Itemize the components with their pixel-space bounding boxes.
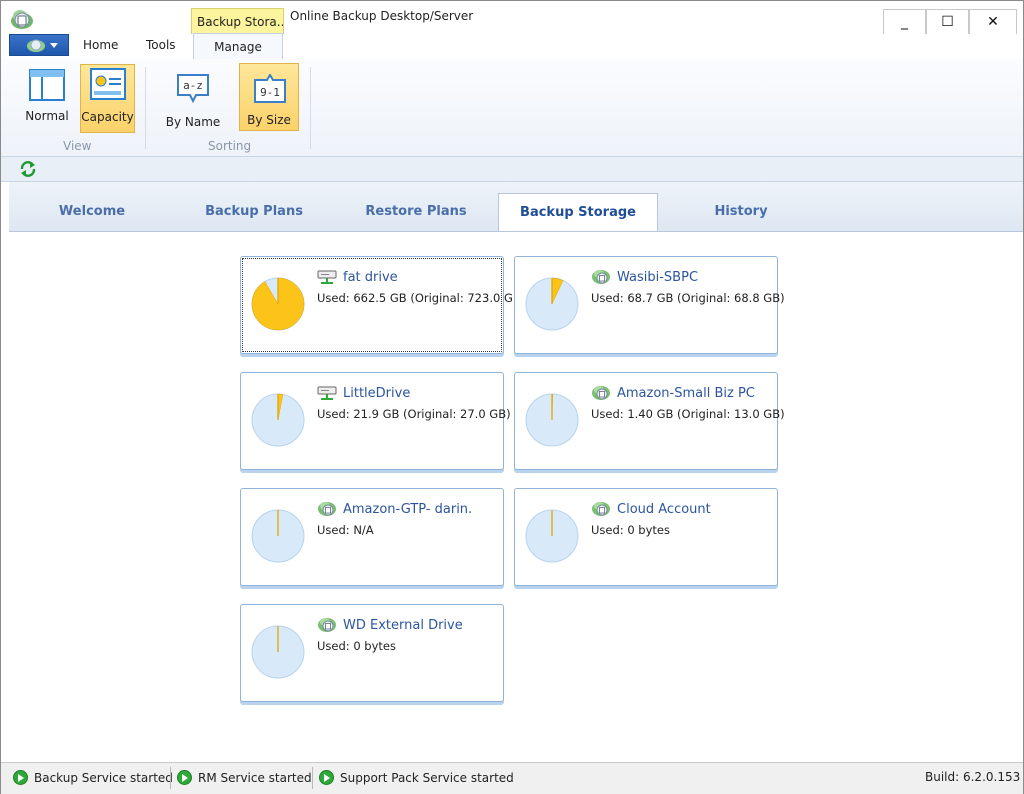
capacity-label: Capacity bbox=[81, 110, 134, 124]
storage-name: Amazon-Small Biz PC bbox=[617, 386, 755, 401]
rm-service-label: RM Service started bbox=[198, 771, 312, 785]
capacity-pie-chart bbox=[525, 277, 579, 331]
storage-card[interactable]: Amazon-Small Biz PC Used: 1.40 GB (Origin… bbox=[514, 372, 785, 470]
status-separator bbox=[312, 767, 313, 789]
normal-view-icon bbox=[29, 69, 65, 101]
application-window: Backup Stora... Online Backup Desktop/Se… bbox=[0, 0, 1024, 794]
status-bar: Backup Service started RM Service starte… bbox=[1, 762, 1023, 794]
tab-restore-plans[interactable]: Restore Plans bbox=[336, 193, 496, 231]
main-tab-strip: Welcome Backup Plans Restore Plans Backu… bbox=[9, 182, 1023, 232]
by-size-label: By Size bbox=[247, 113, 291, 127]
cloud-storage-icon bbox=[592, 386, 610, 400]
minimize-icon: _ bbox=[901, 14, 908, 30]
ribbon-tab-tools[interactable]: Tools bbox=[146, 38, 176, 52]
rm-service-status: RM Service started bbox=[177, 770, 312, 785]
svg-text:9-1: 9-1 bbox=[260, 86, 280, 99]
tab-backup-plans[interactable]: Backup Plans bbox=[174, 193, 334, 231]
capacity-view-icon bbox=[90, 68, 126, 100]
view-group-label: View bbox=[63, 139, 92, 153]
ribbon-tab-home[interactable]: Home bbox=[83, 38, 118, 52]
storage-name: Amazon-GTP- darin. bbox=[343, 502, 473, 517]
storage-name: LittleDrive bbox=[343, 386, 411, 401]
cloud-storage-icon bbox=[592, 270, 610, 284]
storage-name: fat drive bbox=[343, 270, 398, 285]
backup-service-label: Backup Service started bbox=[34, 771, 173, 785]
svg-text:a-z: a-z bbox=[183, 79, 203, 92]
storage-used: Used: N/A bbox=[317, 523, 374, 537]
tab-welcome[interactable]: Welcome bbox=[12, 193, 172, 231]
capacity-pie-chart bbox=[525, 393, 579, 447]
close-button[interactable]: ✕ bbox=[969, 9, 1017, 36]
view-capacity-button[interactable]: Capacity bbox=[80, 64, 135, 133]
storage-name: WD External Drive bbox=[343, 618, 463, 633]
quick-access-bar bbox=[1, 157, 1023, 182]
local-drive-icon bbox=[317, 270, 337, 284]
service-running-icon bbox=[177, 770, 192, 785]
sort-by-size-button[interactable]: 9-1 By Size bbox=[239, 63, 299, 131]
ribbon-tab-manage[interactable]: Manage bbox=[193, 33, 283, 59]
tab-backup-storage[interactable]: Backup Storage bbox=[498, 193, 658, 232]
app-cloud-icon[interactable] bbox=[9, 7, 35, 31]
support-pack-status: Support Pack Service started bbox=[319, 770, 514, 785]
close-icon: ✕ bbox=[987, 14, 999, 30]
backup-service-status: Backup Service started bbox=[13, 770, 173, 785]
ribbon-separator bbox=[145, 67, 146, 149]
sort-by-name-button[interactable]: a-z By Name bbox=[161, 65, 225, 131]
view-normal-button[interactable]: Normal bbox=[19, 65, 75, 131]
ribbon-panel: Normal Capacity View a-z By Name 9-1 By … bbox=[1, 59, 1023, 157]
storage-used: Used: 0 bytes bbox=[317, 639, 396, 653]
application-menu-button[interactable] bbox=[9, 34, 69, 56]
support-pack-label: Support Pack Service started bbox=[340, 771, 514, 785]
storage-used: Used: 0 bytes bbox=[591, 523, 670, 537]
storage-used: Used: 1.40 GB (Original: 13.0 GB) bbox=[591, 407, 785, 421]
backup-storage-panel: fat drive Used: 662.5 GB (Original: 723.0… bbox=[9, 231, 1023, 762]
build-version: Build: 6.2.0.153 bbox=[925, 770, 1021, 784]
maximize-icon: ☐ bbox=[941, 14, 954, 30]
title-bar: Backup Stora... Online Backup Desktop/Se… bbox=[1, 1, 1023, 36]
normal-label: Normal bbox=[25, 109, 69, 123]
storage-name: Cloud Account bbox=[617, 502, 711, 517]
storage-card[interactable]: WD External Drive Used: 0 bytes bbox=[240, 604, 504, 702]
storage-card[interactable]: Wasibi-SBPC Used: 68.7 GB (Original: 68.8… bbox=[514, 256, 785, 354]
sort-az-icon: a-z bbox=[177, 74, 209, 103]
local-drive-icon bbox=[317, 386, 337, 400]
window-title: Online Backup Desktop/Server bbox=[290, 9, 474, 23]
storage-card[interactable]: Amazon-GTP- darin. Used: N/A bbox=[240, 488, 504, 586]
by-name-label: By Name bbox=[165, 115, 221, 129]
storage-used: Used: 21.9 GB (Original: 27.0 GB) bbox=[317, 407, 511, 421]
minimize-button[interactable]: _ bbox=[883, 9, 926, 36]
storage-card[interactable]: Cloud Account Used: 0 bytes bbox=[514, 488, 778, 586]
service-running-icon bbox=[13, 770, 28, 785]
cloud-storage-icon bbox=[592, 502, 610, 516]
capacity-pie-chart bbox=[525, 509, 579, 563]
storage-used: Used: 662.5 GB (Original: 723.0 GB) bbox=[317, 291, 526, 305]
cloud-storage-icon bbox=[318, 618, 336, 632]
sorting-group-label: Sorting bbox=[208, 139, 252, 153]
status-separator bbox=[170, 767, 171, 789]
refresh-icon[interactable] bbox=[19, 160, 37, 178]
cloud-storage-icon bbox=[318, 502, 336, 516]
capacity-pie-chart bbox=[251, 393, 305, 447]
capacity-pie-chart bbox=[251, 277, 305, 331]
storage-card[interactable]: fat drive Used: 662.5 GB (Original: 723.0… bbox=[240, 256, 525, 354]
capacity-pie-chart bbox=[251, 625, 305, 679]
storage-used: Used: 68.7 GB (Original: 68.8 GB) bbox=[591, 291, 785, 305]
service-running-icon bbox=[319, 770, 334, 785]
capacity-pie-chart bbox=[251, 509, 305, 563]
tab-history[interactable]: History bbox=[661, 193, 821, 231]
ribbon-tab-bar: Home Tools Manage bbox=[1, 33, 1023, 60]
app-menu-icon bbox=[27, 39, 58, 52]
maximize-button[interactable]: ☐ bbox=[926, 9, 969, 36]
storage-card[interactable]: LittleDrive Used: 21.9 GB (Original: 27.0… bbox=[240, 372, 511, 470]
sort-91-icon: 9-1 bbox=[254, 74, 286, 103]
ribbon-separator bbox=[310, 67, 311, 149]
storage-name: Wasibi-SBPC bbox=[617, 270, 699, 285]
contextual-tab-label: Backup Stora... bbox=[191, 8, 284, 34]
